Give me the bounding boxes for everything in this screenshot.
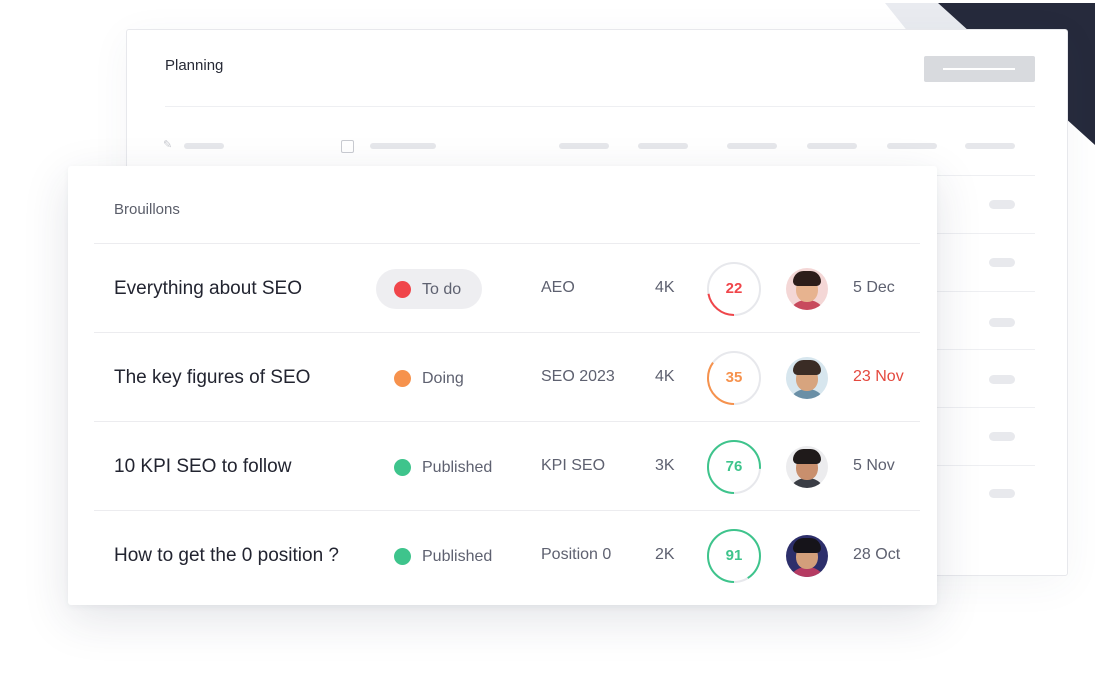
status-label: Published	[422, 548, 493, 565]
status-dot-icon	[394, 370, 411, 387]
keyword-tag: Position 0	[541, 546, 612, 563]
avatar-glasses-woman-icon[interactable]	[786, 446, 828, 488]
status-badge[interactable]: Published	[376, 447, 492, 487]
planning-action-button[interactable]	[924, 56, 1035, 82]
column-placeholder	[638, 143, 688, 149]
column-placeholder	[807, 143, 857, 149]
column-placeholder	[184, 143, 224, 149]
status-badge[interactable]: Doing	[376, 358, 482, 398]
planning-divider	[165, 106, 1035, 107]
row-action-pill[interactable]	[989, 258, 1015, 267]
column-placeholder	[370, 143, 436, 149]
row-divider	[927, 465, 1035, 466]
status-dot-icon	[394, 548, 411, 565]
row-divider	[927, 175, 1035, 176]
draft-title[interactable]: Everything about SEO	[114, 278, 302, 300]
score-value: 91	[725, 547, 743, 564]
column-placeholder	[965, 143, 1015, 149]
score-gauge: 76	[706, 439, 762, 495]
draft-row[interactable]: Everything about SEO To do AEO 4K 22 5 D…	[94, 243, 920, 332]
avatar-man-icon[interactable]	[786, 535, 828, 577]
search-volume: 4K	[655, 368, 675, 385]
search-volume: 4K	[655, 279, 675, 296]
row-divider	[927, 233, 1035, 234]
due-date: 5 Nov	[853, 457, 895, 474]
row-divider	[927, 291, 1035, 292]
row-divider	[927, 407, 1035, 408]
column-placeholder	[887, 143, 937, 149]
draft-title[interactable]: How to get the 0 position ?	[114, 545, 339, 567]
score-gauge: 22	[706, 261, 762, 317]
drafts-title: Brouillons	[114, 201, 180, 218]
drafts-card: Brouillons Everything about SEO To do AE…	[68, 166, 937, 605]
row-action-pill[interactable]	[989, 200, 1015, 209]
due-date: 28 Oct	[853, 546, 901, 563]
avatar-woman-icon[interactable]	[786, 268, 828, 310]
status-dot-icon	[394, 281, 411, 298]
column-placeholder	[727, 143, 777, 149]
draft-row[interactable]: 10 KPI SEO to follow Published KPI SEO 3…	[94, 421, 920, 510]
score-gauge: 91	[706, 528, 762, 584]
draft-row[interactable]: How to get the 0 position ? Published Po…	[94, 510, 920, 599]
pencil-icon[interactable]: ✎	[163, 138, 172, 151]
planning-title: Planning	[165, 57, 224, 74]
status-label: To do	[422, 281, 462, 298]
row-action-pill[interactable]	[989, 318, 1015, 327]
score-value: 35	[725, 369, 743, 386]
due-date: 23 Nov	[853, 368, 904, 385]
search-volume: 2K	[655, 546, 675, 563]
search-volume: 3K	[655, 457, 675, 474]
column-placeholder	[559, 143, 609, 149]
due-date: 5 Dec	[853, 279, 895, 296]
row-action-pill[interactable]	[989, 489, 1015, 498]
status-dot-icon	[394, 459, 411, 476]
keyword-tag: AEO	[541, 279, 575, 296]
row-divider	[927, 349, 1035, 350]
score-gauge: 35	[706, 350, 762, 406]
score-value: 22	[725, 280, 743, 297]
status-label: Doing	[422, 370, 464, 387]
avatar-bearded-man-icon[interactable]	[786, 357, 828, 399]
status-badge[interactable]: Published	[376, 536, 492, 576]
status-badge[interactable]: To do	[376, 269, 482, 309]
draft-row[interactable]: The key figures of SEO Doing SEO 2023 4K…	[94, 332, 920, 421]
score-value: 76	[725, 458, 743, 475]
draft-title[interactable]: 10 KPI SEO to follow	[114, 456, 291, 478]
keyword-tag: SEO 2023	[541, 368, 615, 385]
status-label: Published	[422, 459, 493, 476]
select-all-checkbox[interactable]	[341, 140, 354, 153]
row-action-pill[interactable]	[989, 432, 1015, 441]
draft-title[interactable]: The key figures of SEO	[114, 367, 310, 389]
row-action-pill[interactable]	[989, 375, 1015, 384]
keyword-tag: KPI SEO	[541, 457, 606, 474]
